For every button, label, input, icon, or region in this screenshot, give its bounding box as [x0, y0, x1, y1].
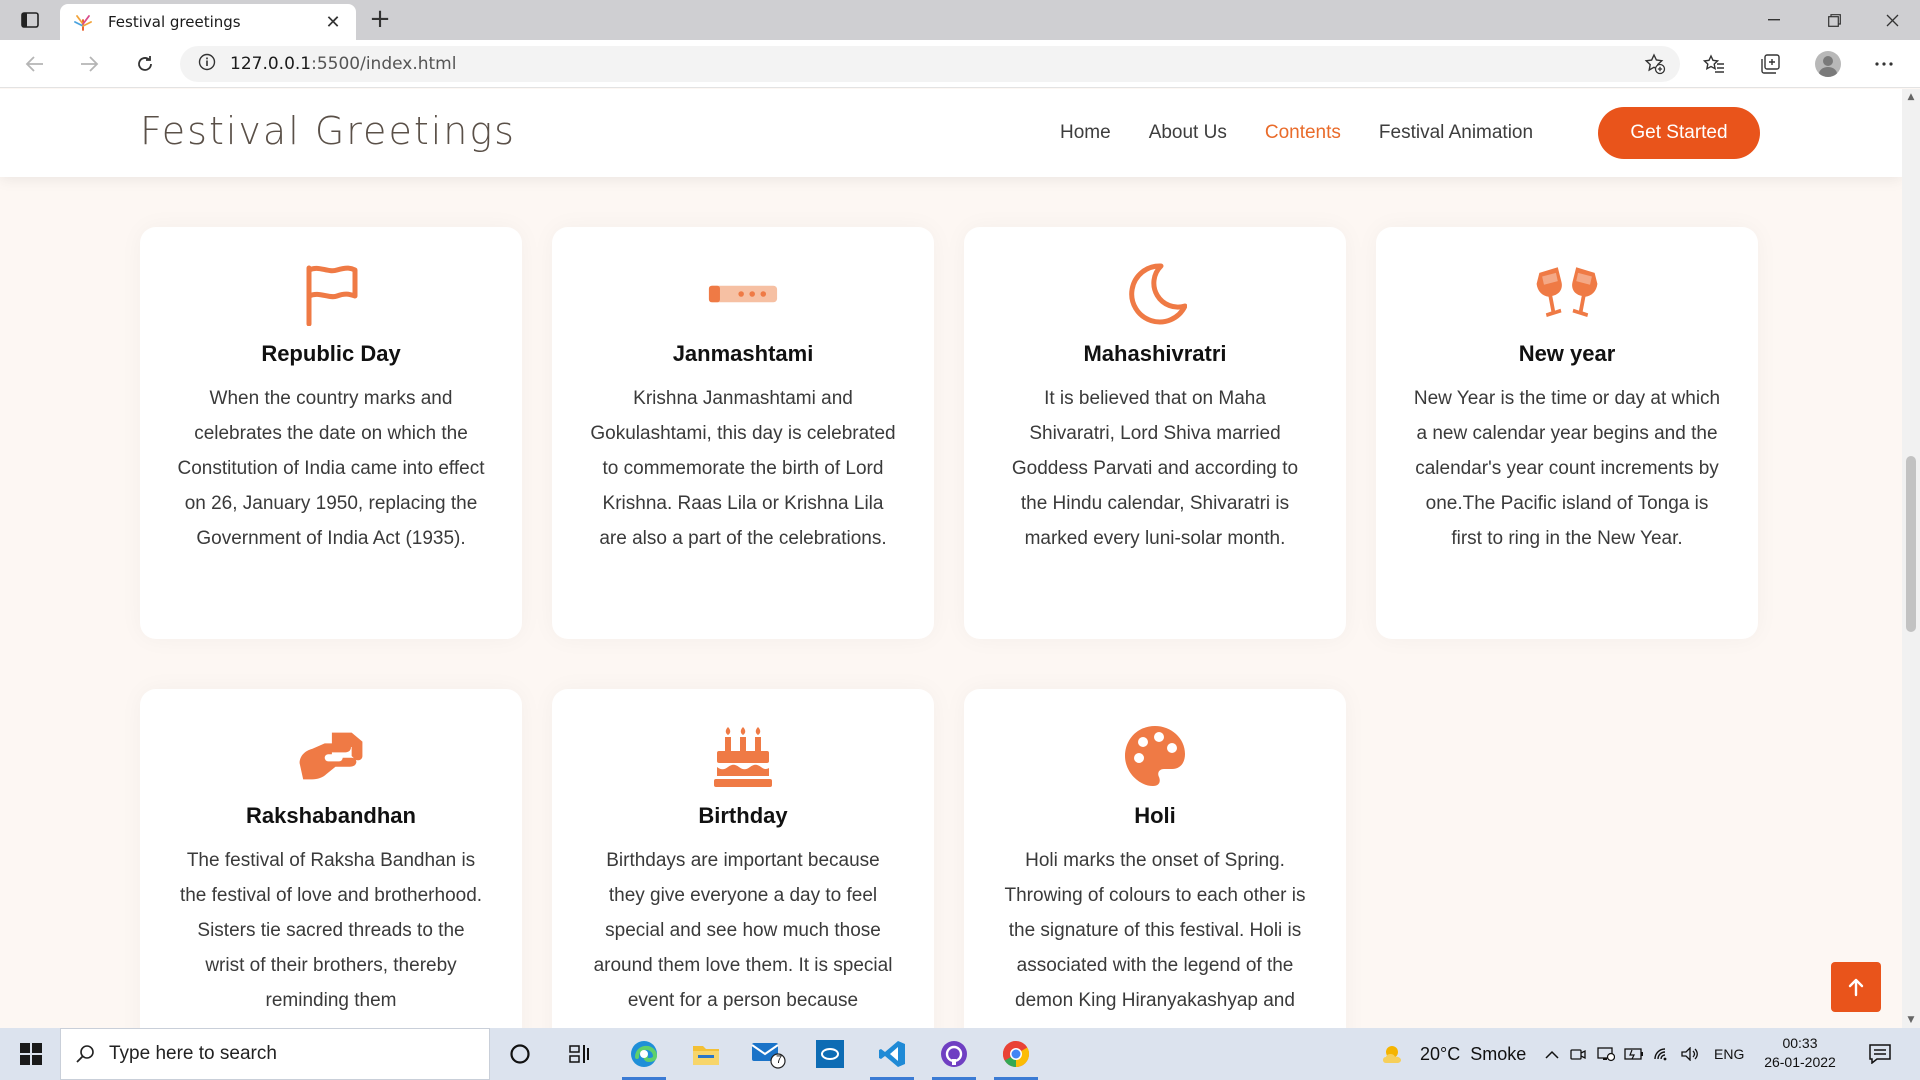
weather-text: 20°C Smoke — [1420, 1043, 1527, 1064]
nav-festival-animation[interactable]: Festival Animation — [1379, 122, 1533, 144]
url-host: 127.0.0.1 — [230, 54, 312, 74]
site-logo[interactable]: Festival Greetings — [140, 109, 516, 153]
battery-icon[interactable] — [1620, 1048, 1648, 1060]
address-bar[interactable]: 127.0.0.1:5500/index.html — [180, 46, 1680, 82]
back-icon[interactable] — [18, 48, 52, 80]
festival-card-birthday: Birthday Birthdays are important because… — [552, 689, 934, 1028]
more-options-icon[interactable] — [1866, 48, 1902, 80]
weather-sun-cloud-icon — [1383, 1046, 1401, 1063]
glasses-cheers-icon — [1532, 259, 1602, 329]
tab-actions-icon[interactable] — [14, 8, 46, 32]
card-title: Republic Day — [261, 341, 401, 366]
show-hidden-icons-chevron-icon[interactable] — [1540, 1050, 1564, 1059]
festival-card-rakshabandhan: Rakshabandhan The festival of Raksha Ban… — [140, 689, 522, 1028]
scrollbar-thumb[interactable] — [1906, 456, 1916, 632]
main-nav: Home About Us Contents Festival Animatio… — [1060, 89, 1571, 177]
nav-home[interactable]: Home — [1060, 122, 1111, 144]
system-tray-icons: ENG — [1540, 1028, 1744, 1080]
restore-icon[interactable] — [1806, 0, 1862, 40]
cortana-icon[interactable] — [492, 1028, 548, 1080]
vscode-icon[interactable] — [864, 1028, 920, 1080]
card-title: Janmashtami — [672, 341, 814, 366]
card-text: Birthdays are important because they giv… — [593, 850, 893, 1011]
windows-taskbar: Type here to search 7 20°C Smoke ENG 00:… — [0, 1028, 1920, 1080]
card-text: Holi marks the onset of Spring. Throwing… — [1004, 850, 1306, 1011]
card-text: New Year is the time or day at which a n… — [1413, 388, 1721, 549]
festival-card-holi: Holi Holi marks the onset of Spring. Thr… — [964, 689, 1346, 1028]
get-started-button[interactable]: Get Started — [1598, 107, 1760, 159]
festival-card-republic-day: Republic Day When the country marks and … — [140, 227, 522, 639]
forward-icon[interactable] — [72, 48, 106, 80]
site-info-icon[interactable] — [198, 53, 216, 75]
clock-time: 00:33 — [1782, 1035, 1818, 1051]
minimize-icon[interactable] — [1746, 0, 1802, 40]
close-window-icon[interactable] — [1864, 0, 1920, 40]
search-icon — [76, 1045, 94, 1063]
meet-now-icon[interactable] — [1564, 1047, 1592, 1061]
nav-contents[interactable]: Contents — [1265, 122, 1341, 144]
mail-icon[interactable]: 7 — [740, 1028, 796, 1080]
scroll-down-icon[interactable]: ▼ — [1902, 1012, 1920, 1028]
palette-icon — [1120, 721, 1190, 791]
tab-title: Festival greetings — [108, 13, 241, 31]
browser-tab[interactable]: Festival greetings ✕ — [60, 4, 356, 40]
festival-card-mahashivratri: Mahashivratri It is believed that on Mah… — [964, 227, 1346, 639]
url-path: :5500/index.html — [311, 54, 457, 74]
file-explorer-icon[interactable] — [678, 1028, 734, 1080]
refresh-icon[interactable] — [128, 48, 162, 80]
chrome-icon[interactable] — [988, 1028, 1044, 1080]
clock-date: 26-01-2022 — [1764, 1054, 1836, 1070]
add-favorite-icon[interactable] — [1642, 52, 1668, 76]
wifi-icon[interactable] — [1648, 1047, 1676, 1061]
collections-icon[interactable] — [1752, 48, 1788, 80]
new-tab-button[interactable]: + — [366, 6, 394, 32]
browser-toolbar: 127.0.0.1:5500/index.html — [0, 40, 1920, 88]
fireworks-favicon-icon — [72, 11, 94, 33]
page-viewport: Festival Greetings Home About Us Content… — [0, 89, 1902, 1028]
festival-card-janmashtami: Janmashtami Krishna Janmashtami and Goku… — [552, 227, 934, 639]
url-text: 127.0.0.1:5500/index.html — [230, 54, 456, 74]
site-header: Festival Greetings Home About Us Content… — [0, 89, 1902, 177]
card-text: Krishna Janmashtami and Gokulashtami, th… — [590, 388, 896, 549]
card-title: Holi — [1134, 803, 1176, 828]
scroll-to-top-button[interactable] — [1831, 962, 1881, 1012]
search-placeholder: Type here to search — [109, 1043, 277, 1064]
device-manager-icon[interactable] — [1592, 1046, 1620, 1062]
edge-browser-icon[interactable] — [616, 1028, 672, 1080]
arrow-up-icon — [1848, 978, 1864, 997]
moon-icon — [1120, 259, 1190, 329]
weather-widget[interactable]: 20°C Smoke — [1380, 1028, 1526, 1080]
github-desktop-icon[interactable] — [926, 1028, 982, 1080]
birthday-cake-icon — [708, 721, 778, 791]
page-scrollbar[interactable]: ▲ ▼ — [1902, 89, 1920, 1028]
flag-icon — [296, 259, 366, 329]
festival-card-new-year: New year New Year is the time or day at … — [1376, 227, 1758, 639]
browser-titlebar: Festival greetings ✕ + — [0, 0, 1920, 40]
card-title: Mahashivratri — [1083, 341, 1227, 366]
card-title: Birthday — [698, 803, 788, 828]
notification-center-icon[interactable] — [1852, 1028, 1908, 1080]
input-language[interactable]: ENG — [1714, 1046, 1744, 1062]
nav-about-us[interactable]: About Us — [1149, 122, 1227, 144]
card-text: The festival of Raksha Bandhan is the fe… — [179, 850, 483, 1011]
windows-start-icon[interactable] — [10, 1028, 52, 1080]
favorites-icon[interactable] — [1696, 48, 1732, 80]
tab-close-icon[interactable]: ✕ — [322, 11, 344, 33]
taskbar-search-box[interactable]: Type here to search — [60, 1028, 490, 1080]
card-title: New year — [1518, 341, 1616, 366]
taskbar-clock[interactable]: 00:33 26-01-2022 — [1760, 1034, 1840, 1072]
card-title: Rakshabandhan — [246, 803, 416, 828]
mail-badge: 7 — [776, 1054, 783, 1066]
handshake-icon — [296, 721, 366, 791]
app-dell-icon[interactable] — [802, 1028, 858, 1080]
flute-icon — [708, 259, 778, 329]
card-text: When the country marks and celebrates th… — [177, 388, 485, 549]
scroll-up-icon[interactable]: ▲ — [1902, 89, 1920, 105]
task-view-icon[interactable] — [552, 1028, 608, 1080]
card-text: It is believed that on Maha Shivaratri, … — [1011, 388, 1299, 549]
volume-icon[interactable] — [1676, 1047, 1704, 1061]
profile-avatar[interactable] — [1810, 48, 1846, 80]
